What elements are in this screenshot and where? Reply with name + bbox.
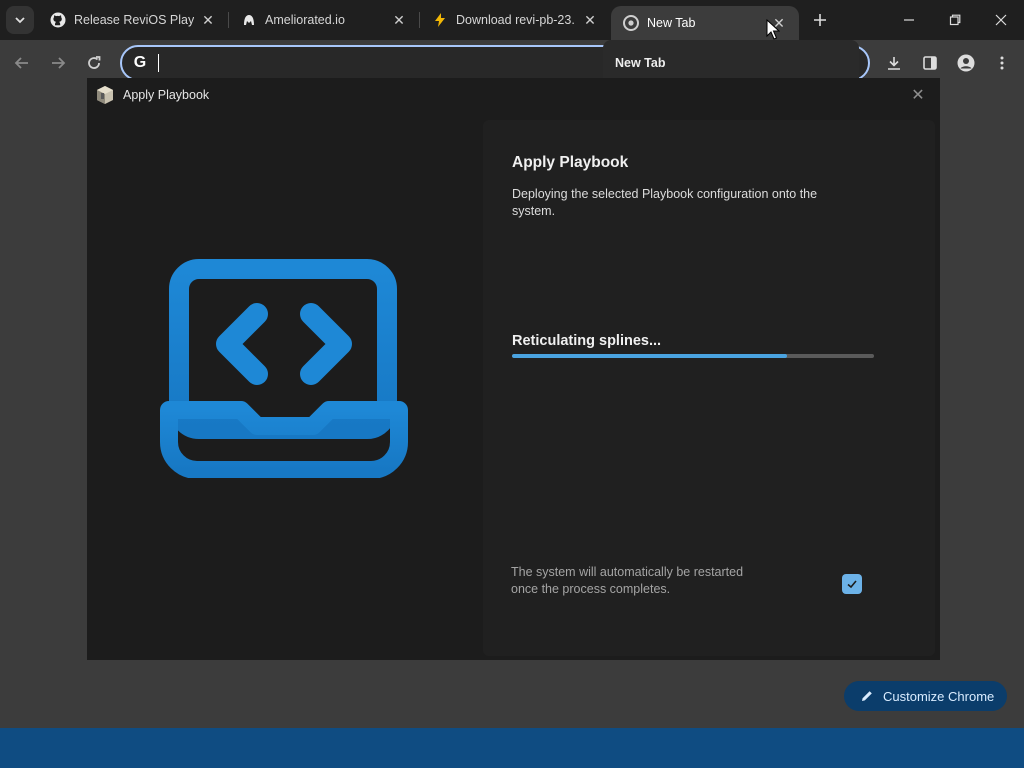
close-icon[interactable]: ✕	[391, 12, 407, 28]
download-icon	[888, 57, 900, 70]
chrome-icon	[623, 15, 639, 31]
progress-bar	[512, 354, 874, 358]
profile-button[interactable]	[952, 49, 980, 77]
tab-hover-card: New Tab	[603, 40, 859, 78]
close-icon[interactable]: ✕	[200, 12, 216, 28]
tab-title: Ameliorated.io	[265, 13, 345, 27]
forward-button[interactable]	[44, 49, 72, 77]
lightning-icon	[432, 12, 448, 28]
restart-notice: The system will automatically be restart…	[511, 565, 744, 596]
tab-strip: Release ReviOS Playbook ✕ Ameliorated.io…	[0, 0, 1024, 40]
tab-title: Release ReviOS Playbook	[74, 13, 194, 27]
dialog-titlebar: Apply Playbook ✕	[87, 78, 940, 112]
tab-title: New Tab	[647, 16, 696, 30]
restart-checkbox[interactable]	[842, 574, 862, 594]
laptop-code-icon	[160, 259, 408, 478]
apply-playbook-dialog: Apply Playbook ✕ Apply Playbook Deployin…	[87, 78, 940, 660]
arrow-left-icon	[14, 57, 28, 69]
downloads-button[interactable]	[880, 49, 908, 77]
menu-button[interactable]	[988, 49, 1016, 77]
tab-search-button[interactable]	[6, 6, 34, 34]
minimize-icon	[904, 19, 914, 21]
arrow-right-icon	[52, 57, 66, 69]
close-icon[interactable]: ✕	[908, 85, 928, 105]
tab-download-revi[interactable]: Download revi-pb-23. ✕	[420, 0, 610, 40]
github-icon	[50, 12, 66, 28]
side-panel-icon	[923, 56, 937, 70]
progress-status: Reticulating splines...	[512, 333, 662, 349]
side-panel-button[interactable]	[916, 49, 944, 77]
panel-description: Deploying the selected Playbook configur…	[512, 187, 818, 218]
restore-icon	[949, 14, 961, 26]
tab-title: Download revi-pb-23.	[456, 13, 575, 27]
progress-bar-fill	[512, 354, 788, 358]
chevron-down-icon	[15, 17, 25, 24]
plus-icon	[814, 14, 826, 26]
app-icon	[97, 86, 113, 104]
pencil-icon	[862, 691, 872, 701]
panel-heading: Apply Playbook	[512, 154, 629, 171]
more-vert-icon	[1000, 56, 1004, 70]
window-close-button[interactable]	[978, 0, 1024, 40]
checkmark-icon	[847, 580, 857, 589]
reload-button[interactable]	[80, 49, 108, 77]
text-caret	[158, 54, 159, 72]
ameliorated-icon	[241, 12, 257, 28]
hover-card-title: New Tab	[615, 56, 666, 70]
tab-ameliorated[interactable]: Ameliorated.io ✕	[229, 0, 419, 40]
restore-button[interactable]	[932, 0, 978, 40]
tab-release-revios[interactable]: Release ReviOS Playbook ✕	[38, 0, 228, 40]
close-icon	[995, 14, 1007, 26]
minimize-button[interactable]	[886, 0, 932, 40]
close-icon[interactable]: ✕	[582, 12, 598, 28]
profile-icon	[957, 54, 975, 72]
customize-chrome-button[interactable]: Customize Chrome	[844, 681, 1007, 711]
back-button[interactable]	[8, 49, 36, 77]
taskbar	[0, 728, 1024, 768]
dialog-title: Apply Playbook	[123, 88, 210, 102]
customize-chrome-label: Customize Chrome	[883, 688, 995, 704]
reload-icon	[88, 56, 101, 69]
mouse-cursor-icon	[766, 19, 780, 40]
new-tab-button[interactable]	[806, 6, 834, 34]
google-icon: G	[133, 54, 147, 71]
progress-panel: Apply Playbook Deploying the selected Pl…	[483, 120, 935, 656]
